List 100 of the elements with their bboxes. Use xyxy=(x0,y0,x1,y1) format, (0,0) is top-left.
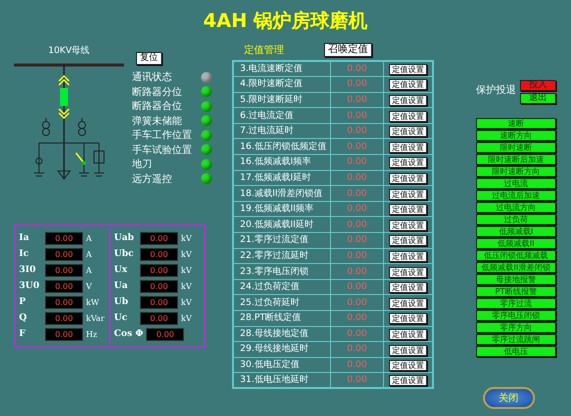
meter-value: 0.00 xyxy=(45,328,83,340)
protection-function-button[interactable]: 零序过流跳闸 xyxy=(476,334,556,345)
protection-function-button[interactable]: 过电流 xyxy=(476,178,556,189)
meter-name: Ub xyxy=(114,297,130,307)
set-value-button[interactable]: 定值设置 xyxy=(389,220,427,231)
meter-value: 0.00 xyxy=(45,296,83,308)
protection-function-button[interactable]: 低频减载II滑差闭锁 xyxy=(476,262,556,273)
meter-unit: Hz xyxy=(86,330,98,338)
protection-function-button[interactable]: 低压闭锁低频减载 xyxy=(476,250,556,261)
setting-name: 22.零序过流延时 xyxy=(233,248,330,264)
set-value-button[interactable]: 定值设置 xyxy=(389,173,427,184)
set-value-button[interactable]: 定值设置 xyxy=(389,282,427,294)
meter-unit: kV xyxy=(181,282,192,290)
protection-function-button[interactable]: 低频减载II xyxy=(476,238,556,249)
meter-unit: kW xyxy=(86,298,100,306)
set-value-button[interactable]: 定值设置 xyxy=(389,360,427,372)
set-value-button[interactable]: 定值设置 xyxy=(389,235,427,246)
protection-function-button[interactable]: 过电流方向 xyxy=(476,202,556,213)
setting-value: 0.00 xyxy=(330,138,384,155)
set-value-button[interactable]: 定值设置 xyxy=(389,110,427,122)
status-label: 通讯状态 xyxy=(132,70,172,84)
set-value-button[interactable]: 定值设置 xyxy=(389,79,427,90)
set-value-button[interactable]: 定值设置 xyxy=(389,64,427,76)
meter-name: Uc xyxy=(114,313,128,323)
meter-name: Uab xyxy=(114,233,135,243)
set-value-button[interactable]: 定值设置 xyxy=(389,157,427,168)
set-value-button[interactable]: 定值设置 xyxy=(389,266,427,278)
protection-function-button[interactable]: 零序方向 xyxy=(476,322,556,333)
meter-unit: kV xyxy=(181,298,192,306)
meter-name: 3U0 xyxy=(19,281,40,291)
protection-function-button[interactable]: 过电流后加速 xyxy=(476,190,556,201)
meter-value: 0.00 xyxy=(45,264,83,276)
protection-function-button[interactable]: 过负荷 xyxy=(476,214,556,225)
setting-value: 0.00 xyxy=(330,357,384,373)
meter-unit: kV xyxy=(181,234,192,242)
meter-name: Ubc xyxy=(114,249,135,259)
status-label: 弹簧未储能 xyxy=(132,114,182,128)
meter-value: 0.00 xyxy=(146,328,184,340)
setting-value: 0.00 xyxy=(330,326,384,342)
set-value-button[interactable]: 定值设置 xyxy=(389,328,427,340)
meter-unit: A xyxy=(86,266,92,274)
set-value-button[interactable]: 定值设置 xyxy=(389,142,427,153)
setting-name: 21.零序过流定值 xyxy=(233,232,330,248)
setting-value: 0.00 xyxy=(330,279,384,295)
protection-function-button[interactable]: 零序电压闭锁 xyxy=(476,310,556,321)
setting-value: 0.00 xyxy=(330,264,384,280)
reset-button[interactable]: 复位 xyxy=(136,52,162,65)
protection-function-button[interactable]: 低频减载I xyxy=(476,226,556,237)
meter-value: 0.00 xyxy=(140,232,178,244)
meter-name: Cos Φ xyxy=(114,329,144,339)
protection-function-button[interactable]: 零序过流 xyxy=(476,298,556,309)
setting-value: 0.00 xyxy=(330,108,384,124)
meter-value: 0.00 xyxy=(45,280,83,292)
meter-value: 0.00 xyxy=(140,280,178,292)
setting-name: 7.过电流延时 xyxy=(233,123,330,139)
protection-function-button[interactable]: 低电压 xyxy=(476,346,556,357)
meter-unit: kV xyxy=(181,266,192,274)
meter-name: F xyxy=(19,329,26,339)
meter-value: 0.00 xyxy=(140,312,178,324)
setting-name: 30.低电压定值 xyxy=(233,357,330,373)
meter-name: P xyxy=(19,297,27,307)
setting-value: 0.00 xyxy=(330,186,384,202)
set-value-button[interactable]: 定值设置 xyxy=(389,298,427,309)
meter-value: 0.00 xyxy=(140,248,178,260)
bus-label: 10KV母线 xyxy=(48,44,90,57)
setting-value: 0.00 xyxy=(330,248,384,264)
protection-function-button[interactable]: 限时速断方向 xyxy=(476,166,556,177)
setting-name: 5.限时速断延时 xyxy=(233,92,330,108)
set-value-button[interactable]: 定值设置 xyxy=(389,126,427,138)
setting-value: 0.00 xyxy=(330,92,384,108)
meter-name: Ux xyxy=(114,265,128,275)
recall-settings-button[interactable]: 召唤定值 xyxy=(324,43,372,57)
protection-function-button[interactable]: 母接地报警 xyxy=(476,274,556,285)
protection-function-button[interactable]: PT断线报警 xyxy=(476,286,556,297)
meter-value: 0.00 xyxy=(45,248,83,260)
meter-unit: kV xyxy=(181,250,192,258)
protection-function-button[interactable]: 限时速断后加速 xyxy=(476,154,556,165)
set-value-button[interactable]: 定值设置 xyxy=(389,344,427,356)
set-value-button[interactable]: 定值设置 xyxy=(389,313,427,324)
protection-function-button[interactable]: 速断方向 xyxy=(476,130,556,141)
meter-name: Ua xyxy=(114,281,129,291)
setting-name: 16.低压闭锁低频定值 xyxy=(233,138,330,155)
protection-function-button[interactable]: 速断 xyxy=(476,118,556,129)
set-value-button[interactable]: 定值设置 xyxy=(389,375,427,386)
setting-name: 16.低频减载I频率 xyxy=(233,154,330,170)
set-value-button[interactable]: 定值设置 xyxy=(389,250,427,262)
set-value-button[interactable]: 定值设置 xyxy=(389,204,427,216)
set-value-button[interactable]: 定值设置 xyxy=(389,95,427,106)
setting-value: 0.00 xyxy=(330,123,384,139)
set-value-button[interactable]: 定值设置 xyxy=(389,188,427,200)
meter-unit: kVar xyxy=(86,314,104,322)
protection-function-button[interactable]: 限时速断 xyxy=(476,142,556,153)
meter-value: 0.00 xyxy=(45,232,83,244)
setting-value: 0.00 xyxy=(330,201,384,217)
close-button[interactable]: 关闭 xyxy=(482,387,534,409)
meter-value: 0.00 xyxy=(45,312,83,324)
setting-name: 28.PT断线定值 xyxy=(233,310,330,326)
status-label: 手车工作位置 xyxy=(132,128,192,142)
meter-name: 3I0 xyxy=(19,265,37,275)
meter-unit: A xyxy=(86,234,92,242)
